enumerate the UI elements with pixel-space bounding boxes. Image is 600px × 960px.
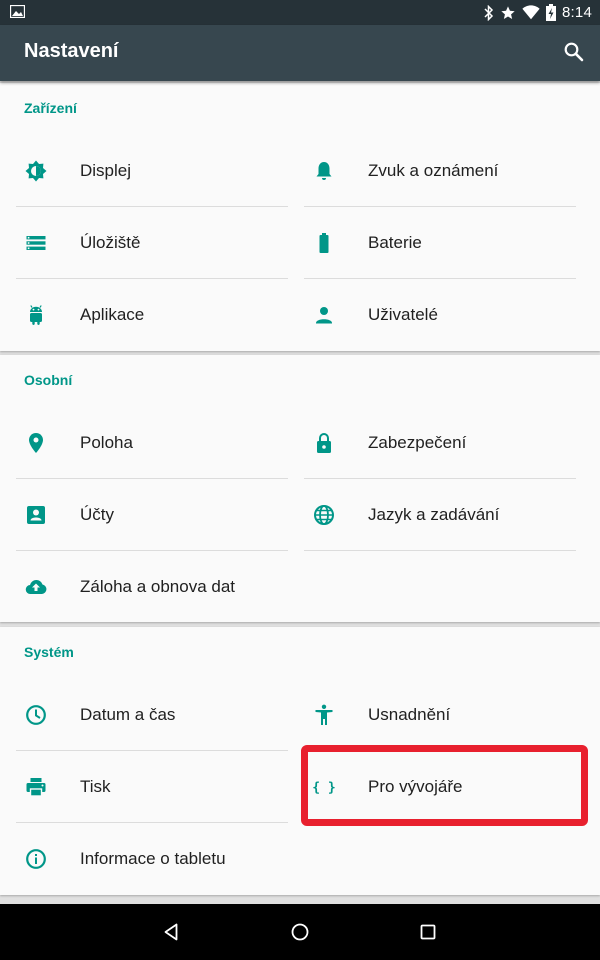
bell-icon	[316, 162, 332, 180]
section-title-device: Zařízení	[24, 100, 77, 116]
cloud-upload-icon	[25, 580, 47, 595]
location-pin-icon	[29, 433, 43, 453]
settings-item-label: Datum a čas	[80, 705, 176, 724]
settings-item-label: Tisk	[80, 777, 111, 796]
svg-text:{ }: { }	[312, 781, 335, 796]
navigation-bar	[0, 904, 600, 960]
printer-icon	[26, 778, 46, 797]
android-icon	[30, 305, 42, 325]
person-icon	[316, 307, 332, 324]
settings-item-about-tablet[interactable]: Informace o tabletu	[16, 823, 288, 895]
section-device: Zařízení Displej Zvuk a oznámení Úložišt…	[0, 83, 600, 351]
developer-braces-icon: { }	[312, 781, 335, 796]
app-toolbar: Nastavení	[0, 25, 600, 81]
settings-screen: 8:14 Nastavení Zařízení Displej Zvuk a o…	[0, 0, 600, 960]
settings-item-storage[interactable]: Úložiště	[16, 207, 288, 279]
battery-charging-icon	[546, 4, 556, 21]
settings-item-apps[interactable]: Aplikace	[16, 279, 288, 351]
clock-icon	[26, 705, 46, 725]
settings-item-security[interactable]: Zabezpečení	[304, 407, 576, 479]
settings-item-label: Aplikace	[80, 305, 145, 324]
settings-item-date-time[interactable]: Datum a čas	[16, 679, 288, 751]
wifi-icon	[522, 5, 540, 20]
status-icons: 8:14	[478, 3, 592, 22]
search-button[interactable]	[562, 40, 586, 64]
storage-icon	[26, 236, 46, 250]
account-box-icon	[27, 506, 45, 524]
recents-icon	[420, 924, 436, 940]
settings-item-label: Účty	[80, 505, 114, 524]
back-icon	[164, 923, 178, 941]
settings-item-label: Pro vývojáře	[368, 777, 463, 796]
divider	[304, 550, 576, 551]
page-title: Nastavení	[24, 40, 119, 62]
section-title-system: Systém	[24, 644, 74, 660]
settings-item-label: Baterie	[368, 233, 422, 252]
settings-item-label: Úložiště	[80, 233, 141, 252]
status-bar: 8:14	[0, 0, 600, 25]
status-time: 8:14	[562, 4, 592, 21]
bluetooth-icon	[484, 4, 494, 21]
settings-item-users[interactable]: Uživatelé	[304, 279, 576, 351]
lock-icon	[317, 433, 331, 453]
settings-item-developer-options[interactable]: { } Pro vývojáře	[304, 751, 576, 823]
section-personal: Osobní Poloha Zabezpečení Účty Jazyk a z…	[0, 355, 600, 622]
settings-item-label: Jazyk a zadávání	[368, 505, 500, 524]
section-system: Systém Datum a čas Usnadnění Tisk {} Pr…	[0, 627, 600, 895]
settings-item-display[interactable]: Displej	[16, 135, 288, 207]
home-icon	[291, 923, 309, 941]
settings-item-label: Záloha a obnova dat	[80, 577, 236, 596]
settings-item-label: Displej	[80, 161, 132, 180]
recents-button[interactable]	[416, 920, 440, 944]
section-title-personal: Osobní	[24, 372, 73, 388]
back-button[interactable]	[160, 920, 184, 944]
settings-item-language[interactable]: Jazyk a zadávání	[304, 479, 576, 551]
settings-item-backup[interactable]: Záloha a obnova dat	[16, 551, 288, 623]
settings-item-label: Uživatelé	[368, 305, 438, 324]
battery-icon	[319, 233, 329, 253]
settings-item-label: Informace o tabletu	[80, 849, 226, 868]
settings-item-accounts[interactable]: Účty	[16, 479, 288, 551]
settings-item-label: Zabezpečení	[368, 433, 467, 452]
brightness-icon	[25, 160, 47, 182]
search-icon	[564, 42, 584, 62]
star-icon	[501, 5, 515, 19]
globe-icon	[314, 505, 334, 525]
home-button[interactable]	[288, 920, 312, 944]
settings-item-accessibility[interactable]: Usnadnění	[304, 679, 576, 751]
settings-item-location[interactable]: Poloha	[16, 407, 288, 479]
settings-item-battery[interactable]: Baterie	[304, 207, 576, 279]
accessibility-icon	[315, 704, 333, 725]
settings-item-printing[interactable]: Tisk	[16, 751, 288, 823]
settings-item-sound[interactable]: Zvuk a oznámení	[304, 135, 576, 207]
settings-item-label: Usnadnění	[368, 705, 451, 724]
image-icon	[10, 5, 25, 18]
settings-item-label: Zvuk a oznámení	[368, 161, 499, 180]
info-icon	[26, 849, 46, 869]
settings-item-label: Poloha	[80, 433, 133, 452]
